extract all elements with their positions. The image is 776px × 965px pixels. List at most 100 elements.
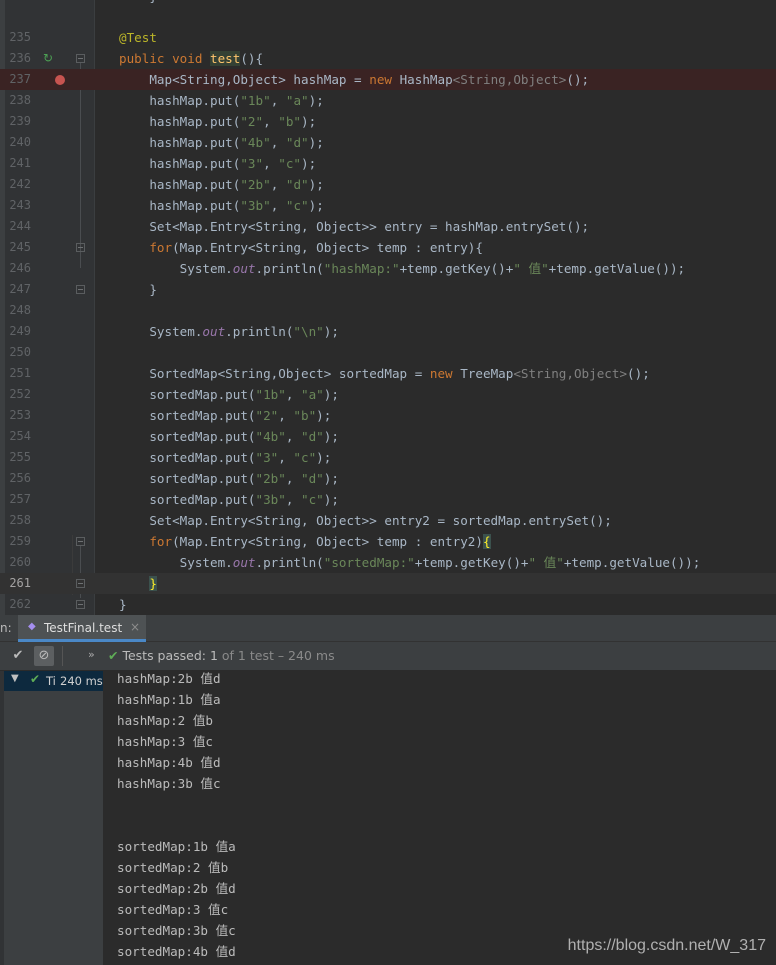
code-line: 250 (0, 342, 776, 363)
line-number: 252 (9, 387, 31, 401)
code-line: 262 } (0, 594, 776, 615)
console-line: hashMap:4b 值d (117, 755, 221, 770)
code-line: 248 (0, 300, 776, 321)
line-number: 261 (9, 576, 31, 590)
toolbar-separator (62, 646, 63, 666)
run-label: n: (0, 621, 12, 635)
line-number: 251 (9, 366, 31, 380)
code-line: 251 SortedMap<String,Object> sortedMap =… (0, 363, 776, 384)
test-tree: ▼ ✔ Ti 240 ms (0, 671, 104, 965)
tree-left-strip (0, 671, 4, 965)
code-text: Set<Map.Entry<String, Object>> entry = h… (149, 219, 590, 234)
expand-triangle-icon[interactable]: ▼ (11, 673, 19, 684)
code-line: 257 sortedMap.put("3b", "c"); (0, 489, 776, 510)
console-line: hashMap:2b 值d (117, 671, 221, 686)
code-line: 239 hashMap.put("2", "b"); (0, 111, 776, 132)
line-number: 247 (9, 282, 31, 296)
breakpoint-icon[interactable] (55, 75, 65, 85)
fold-toggle-icon[interactable] (76, 600, 85, 609)
code-line: 258 Set<Map.Entry<String, Object>> entry… (0, 510, 776, 531)
code-text: hashMap.put("1b", "a"); (149, 93, 324, 108)
console-line: hashMap:2 值b (117, 713, 213, 728)
console-line: sortedMap:2b 值d (117, 881, 236, 896)
fold-toggle-icon[interactable] (76, 243, 85, 252)
fold-toggle-icon[interactable] (76, 537, 85, 546)
double-chevron-icon[interactable]: » (88, 648, 95, 661)
code-line: 236 ↻ public void test(){ (0, 48, 776, 69)
code-text: @Test (119, 30, 157, 45)
code-line-breakpoint: 237 Map<String,Object> hashMap = new Has… (0, 69, 776, 90)
line-number: 238 (9, 93, 31, 107)
test-status: ✔ Tests passed: 1 of 1 test – 240 ms (108, 648, 335, 663)
code-line: 259 for(Map.Entry<String, Object> temp :… (0, 531, 776, 552)
line-number: 234 (5, 0, 31, 7)
line-number: 249 (9, 324, 31, 338)
line-number: 245 (9, 240, 31, 254)
code-text: hashMap.put("2b", "d"); (149, 177, 324, 192)
code-line: 244 Set<Map.Entry<String, Object>> entry… (0, 216, 776, 237)
test-tree-row[interactable]: ▼ ✔ Ti 240 ms (4, 671, 104, 691)
code-line: 245 for(Map.Entry<String, Object> temp :… (0, 237, 776, 258)
code-line: 242 hashMap.put("2b", "d"); (0, 174, 776, 195)
code-text: System.out.println("hashMap:"+temp.getKe… (179, 261, 686, 276)
line-number: 257 (9, 492, 31, 506)
console-line: hashMap:1b 值a (117, 692, 221, 707)
code-text: System.out.println("\n"); (149, 324, 339, 339)
code-text: SortedMap<String,Object> sortedMap = new… (149, 366, 650, 381)
line-number: 254 (9, 429, 31, 443)
code-text: hashMap.put("4b", "d"); (149, 135, 324, 150)
code-line: 240 hashMap.put("4b", "d"); (0, 132, 776, 153)
line-number: 240 (9, 135, 31, 149)
check-icon: ✔ (30, 672, 41, 686)
console-output[interactable]: hashMap:2b 值d hashMap:1b 值a hashMap:2 值b… (104, 671, 776, 965)
code-line: 243 hashMap.put("3b", "c"); (0, 195, 776, 216)
line-number: 258 (9, 513, 31, 527)
code-text: sortedMap.put("2", "b"); (149, 408, 332, 423)
line-number: 260 (9, 555, 31, 569)
close-icon[interactable]: × (130, 620, 140, 634)
console-line: sortedMap:3 值c (117, 902, 229, 917)
tab-testfinal-test[interactable]: ◆ TestFinal.test × (18, 615, 146, 642)
code-line: 256 sortedMap.put("2b", "d"); (0, 468, 776, 489)
check-icon: ✔ (108, 648, 123, 663)
code-text: sortedMap.put("3b", "c"); (149, 492, 339, 507)
line-number: 255 (9, 450, 31, 464)
console-line: hashMap:3 值c (117, 734, 213, 749)
line-number: 250 (9, 345, 31, 359)
run-tool-window-tabs: n: ◆ TestFinal.test × (0, 615, 776, 642)
run-toolbar: ✔ ⊘ » ✔ Tests passed: 1 of 1 test – 240 … (0, 642, 776, 671)
code-text: hashMap.put("2", "b"); (149, 114, 317, 129)
fold-toggle-icon[interactable] (76, 54, 85, 63)
code-text: System.out.println("sortedMap:"+temp.get… (179, 555, 701, 570)
line-number: 236 (9, 51, 31, 65)
code-line-current: 261 } (0, 573, 776, 594)
watermark: https://blog.csdn.net/W_317 (567, 937, 766, 954)
console-line: sortedMap:4b 值d (117, 944, 236, 959)
run-test-icon[interactable]: ↻ (43, 51, 53, 65)
line-number: 243 (9, 198, 31, 212)
code-line: 260 System.out.println("sortedMap:"+temp… (0, 552, 776, 573)
code-line: 252 sortedMap.put("1b", "a"); (0, 384, 776, 405)
fold-toggle-icon[interactable] (76, 285, 85, 294)
code-line: 254 sortedMap.put("4b", "d"); (0, 426, 776, 447)
code-line: 241 hashMap.put("3", "c"); (0, 153, 776, 174)
code-line: 246 System.out.println("hashMap:"+temp.g… (0, 258, 776, 279)
code-line: 234 } (0, 0, 776, 7)
line-number: 235 (9, 30, 31, 44)
line-number: 241 (9, 156, 31, 170)
tab-label: TestFinal.test (44, 621, 123, 635)
stop-circle-icon[interactable]: ⊘ (34, 646, 54, 666)
code-line: 235 @Test (0, 27, 776, 48)
code-line: 249 System.out.println("\n"); (0, 321, 776, 342)
line-number: 253 (9, 408, 31, 422)
code-text: } (149, 576, 157, 591)
line-number: 242 (9, 177, 31, 191)
fold-toggle-icon[interactable] (76, 579, 85, 588)
line-number: 239 (9, 114, 31, 128)
code-editor[interactable]: 234 } 235 @Test 236 ↻ public void test()… (0, 0, 776, 615)
code-text: sortedMap.put("3", "c"); (149, 450, 332, 465)
code-text: Set<Map.Entry<String, Object>> entry2 = … (149, 513, 612, 528)
code-text: hashMap.put("3b", "c"); (149, 198, 324, 213)
show-passed-check-icon[interactable]: ✔ (8, 646, 28, 666)
code-text: public void test(){ (119, 51, 264, 66)
